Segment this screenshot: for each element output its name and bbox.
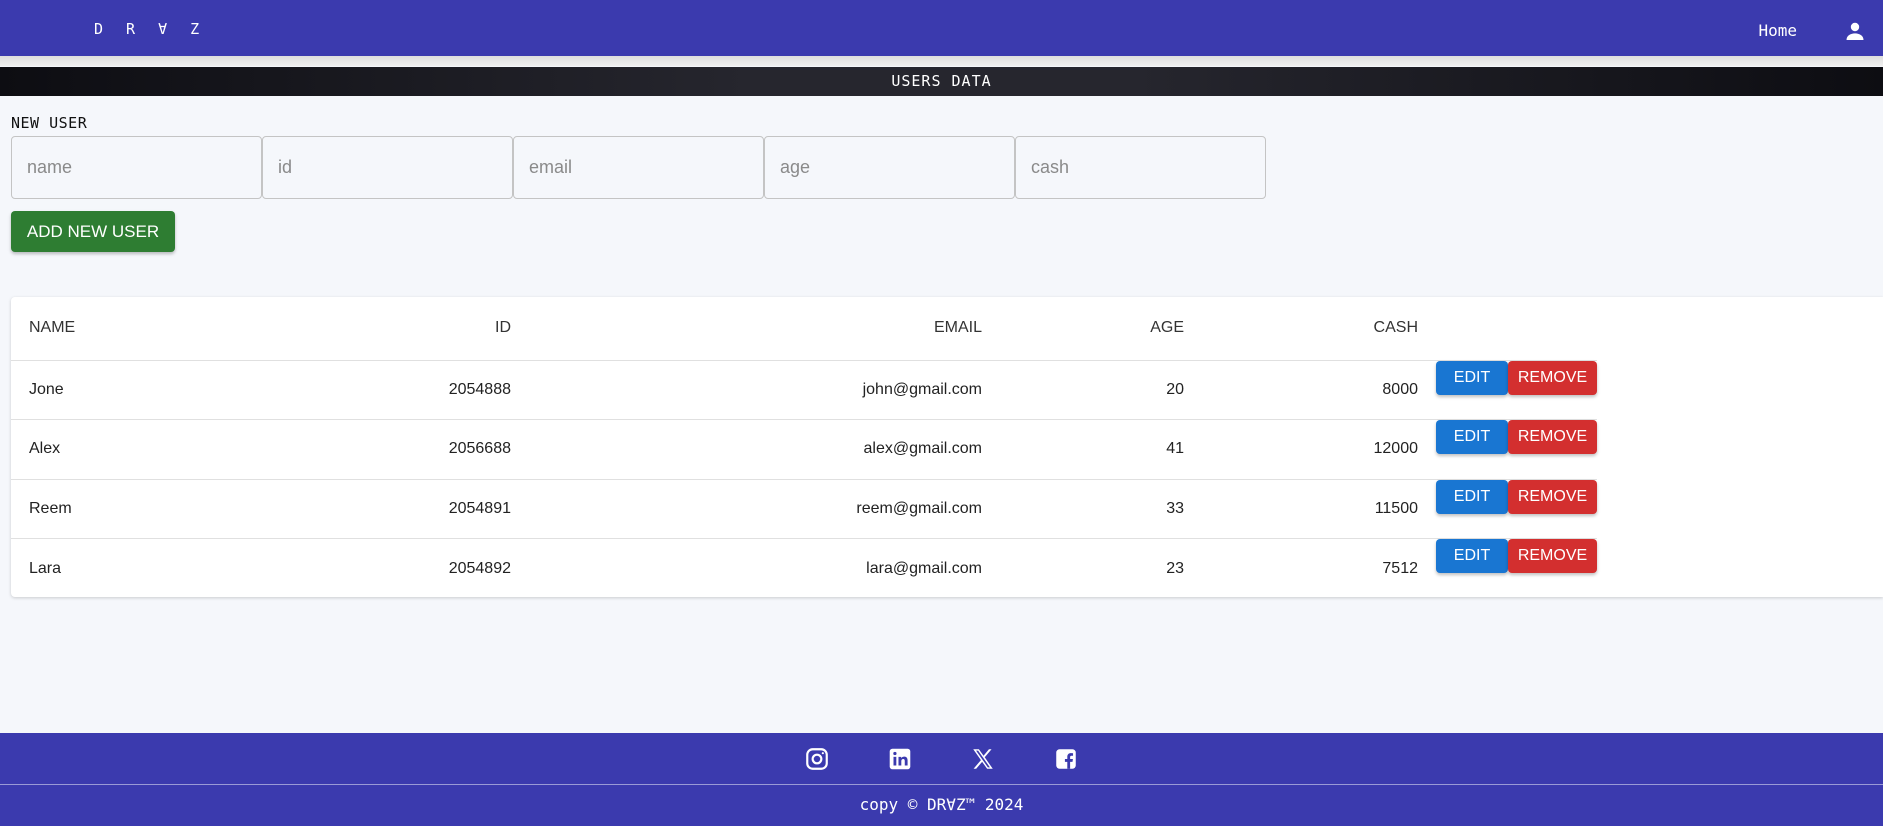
users-table: NAME ID EMAIL AGE CASH Jone 2054888 john… — [11, 297, 1597, 598]
header-actions — [1436, 297, 1597, 360]
top-navbar: D R ∀ Z Home — [0, 0, 1883, 56]
edit-button[interactable]: EDIT — [1436, 479, 1508, 514]
cell-actions: EDIT REMOVE — [1436, 420, 1597, 480]
header-email: EMAIL — [933, 319, 982, 337]
id-input[interactable] — [262, 136, 513, 199]
table-row: Lara 2054892 lara@gmail.com 23 7512 EDIT… — [11, 538, 1597, 599]
header-cash: CASH — [1373, 319, 1418, 337]
social-links — [0, 746, 1883, 772]
cell-actions: EDIT REMOVE — [1436, 479, 1597, 539]
facebook-icon[interactable] — [1053, 746, 1079, 772]
user-account-icon[interactable] — [1843, 19, 1867, 43]
cell-name: Alex — [29, 440, 61, 458]
cell-email: alex@gmail.com — [863, 440, 983, 458]
cell-email: john@gmail.com — [862, 380, 982, 398]
cell-age: 33 — [1166, 499, 1184, 517]
cell-id: 2054891 — [448, 499, 511, 517]
footer: copy © DR∀Z™ 2024 — [0, 733, 1883, 826]
table-row: Jone 2054888 john@gmail.com 20 8000 EDIT… — [11, 360, 1597, 420]
copyright-text: copy © DR∀Z™ 2024 — [859, 795, 1024, 814]
nav-home-link[interactable]: Home — [1758, 21, 1797, 40]
cell-id: 2056688 — [448, 440, 511, 458]
table-header-row: NAME ID EMAIL AGE CASH — [11, 297, 1597, 360]
cell-name: Jone — [29, 380, 64, 398]
cell-age: 23 — [1166, 559, 1184, 577]
cell-cash: 8000 — [1382, 380, 1418, 398]
x-icon[interactable] — [970, 746, 996, 772]
new-user-inputs — [11, 136, 1266, 199]
remove-button[interactable]: REMOVE — [1508, 539, 1597, 573]
remove-button[interactable]: REMOVE — [1508, 360, 1597, 395]
name-input[interactable] — [11, 136, 262, 199]
cell-email: reem@gmail.com — [856, 499, 982, 517]
cell-name: Reem — [29, 499, 72, 517]
cell-cash: 12000 — [1373, 440, 1419, 458]
logo[interactable]: D R ∀ Z — [94, 20, 206, 38]
cell-actions: EDIT REMOVE — [1436, 360, 1597, 420]
navbar-shadow — [0, 56, 1883, 66]
table-row: Alex 2056688 alex@gmail.com 41 12000 EDI… — [11, 419, 1597, 480]
header-age: AGE — [1150, 319, 1184, 337]
users-table-card: NAME ID EMAIL AGE CASH Jone 2054888 john… — [11, 297, 1883, 597]
instagram-icon[interactable] — [804, 746, 830, 772]
cell-id: 2054888 — [448, 380, 511, 398]
cell-age: 41 — [1166, 440, 1184, 458]
cell-cash: 7512 — [1382, 559, 1418, 577]
header-name: NAME — [29, 319, 76, 337]
cell-actions: EDIT REMOVE — [1436, 539, 1597, 599]
cell-age: 20 — [1166, 380, 1184, 398]
email-input[interactable] — [513, 136, 764, 199]
header-id: ID — [495, 319, 511, 337]
table-row: Reem 2054891 reem@gmail.com 33 11500 EDI… — [11, 479, 1597, 539]
add-new-user-button[interactable]: ADD NEW USER — [11, 211, 175, 252]
page-title: USERS DATA — [0, 67, 1883, 96]
edit-button[interactable]: EDIT — [1436, 539, 1508, 573]
cell-cash: 11500 — [1374, 499, 1418, 517]
edit-button[interactable]: EDIT — [1436, 420, 1508, 454]
edit-button[interactable]: EDIT — [1436, 360, 1508, 395]
linkedin-icon[interactable] — [887, 746, 913, 772]
remove-button[interactable]: REMOVE — [1508, 479, 1597, 514]
cell-email: lara@gmail.com — [866, 559, 982, 577]
remove-button[interactable]: REMOVE — [1508, 420, 1597, 454]
cash-input[interactable] — [1015, 136, 1266, 199]
footer-divider — [0, 784, 1883, 785]
cell-id: 2054892 — [448, 559, 511, 577]
cell-name: Lara — [29, 559, 62, 577]
new-user-label: NEW USER — [11, 114, 88, 132]
age-input[interactable] — [764, 136, 1015, 199]
